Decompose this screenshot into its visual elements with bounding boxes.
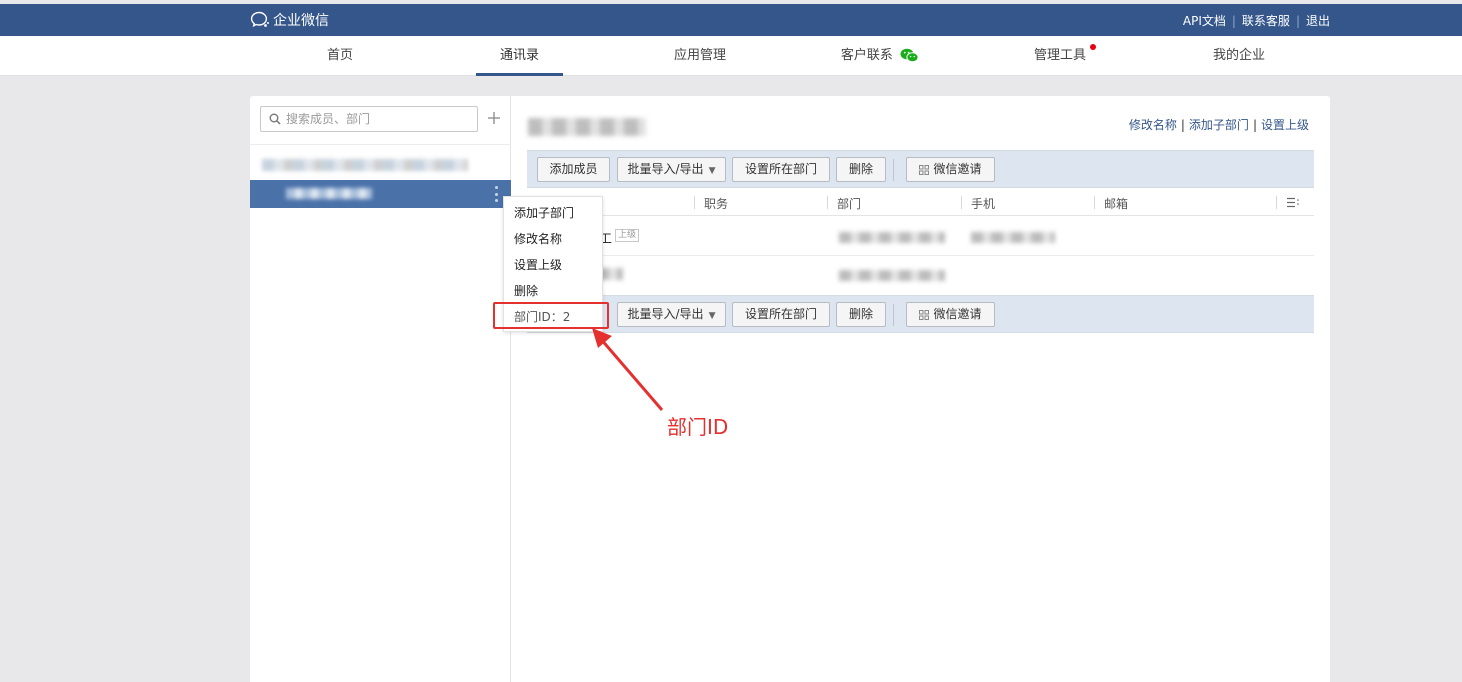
- add-member-button[interactable]: 添加成员: [537, 157, 610, 182]
- nav-admin-tools[interactable]: 管理工具: [1020, 36, 1100, 76]
- header-link-separator: |: [1295, 13, 1300, 28]
- nav-admin-tools-label: 管理工具: [1033, 48, 1086, 63]
- app-logo[interactable]: 企业微信: [250, 10, 329, 30]
- toolbar-separator: [893, 304, 894, 326]
- search-icon: [269, 113, 281, 125]
- member-table-header: 职务 部门 手机 邮箱: [527, 189, 1314, 216]
- annotation-arrow-icon: [592, 328, 664, 411]
- department-title-blurred: [528, 118, 646, 136]
- toolbar-separator: [893, 159, 894, 181]
- header-links: API文档 | 联系客服 | 退出: [1183, 12, 1330, 29]
- department-actions: 修改名称 | 添加子部门 | 设置上级: [1129, 116, 1309, 133]
- wework-logo-icon: [250, 11, 269, 28]
- nav-app-management-label: 应用管理: [673, 48, 726, 63]
- column-separator: [1094, 196, 1095, 209]
- column-department: 部门: [837, 197, 862, 211]
- nav-customer-contact-label: 客户联系: [840, 48, 893, 63]
- app-name: 企业微信: [273, 13, 329, 29]
- action-separator: |: [1252, 117, 1257, 132]
- tree-selected-department[interactable]: [250, 180, 511, 208]
- logout-link[interactable]: 退出: [1306, 12, 1330, 29]
- column-separator: [961, 196, 962, 209]
- nav-my-enterprise-label: 我的企业: [1212, 48, 1265, 63]
- nav-home-label: 首页: [326, 48, 353, 63]
- column-settings-icon[interactable]: [1287, 197, 1300, 208]
- batch-import-export-button[interactable]: 批量导入/导出 ▼: [617, 157, 726, 182]
- delete-button[interactable]: 删除: [836, 302, 886, 327]
- wechat-invite-label: 微信邀请: [933, 162, 982, 176]
- column-separator: [694, 196, 695, 209]
- column-email: 邮箱: [1104, 197, 1129, 211]
- plus-icon: [488, 112, 500, 124]
- batch-import-export-label: 批量导入/导出: [627, 162, 704, 176]
- department-sidebar: [250, 96, 511, 682]
- menu-rename[interactable]: 修改名称: [514, 230, 562, 247]
- top-header-bar: 企业微信 API文档 | 联系客服 | 退出: [0, 4, 1462, 36]
- set-department-button[interactable]: 设置所在部门: [732, 157, 830, 182]
- member-toolbar-top: 添加成员 批量导入/导出 ▼ 设置所在部门 删除 微信邀请: [527, 150, 1314, 188]
- wechat-invite-button[interactable]: 微信邀请: [906, 302, 995, 327]
- superior-tag: 上级: [615, 229, 640, 242]
- rename-link[interactable]: 修改名称: [1129, 116, 1177, 133]
- nav-app-management[interactable]: 应用管理: [655, 36, 745, 76]
- menu-add-subdept[interactable]: 添加子部门: [514, 204, 574, 221]
- header-link-separator: |: [1231, 13, 1236, 28]
- nav-contacts-label: 通讯录: [499, 48, 539, 63]
- table-row[interactable]: 工 上级: [527, 216, 1314, 256]
- contact-support-link[interactable]: 联系客服: [1242, 12, 1290, 29]
- search-box[interactable]: [260, 106, 478, 132]
- column-separator: [827, 196, 828, 209]
- nav-customer-contact[interactable]: 客户联系: [828, 36, 932, 76]
- table-row[interactable]: [527, 256, 1314, 295]
- set-parent-link[interactable]: 设置上级: [1261, 116, 1309, 133]
- phone-cell-blurred: [971, 232, 1055, 243]
- sidebar-divider: [250, 144, 511, 145]
- qrcode-icon: [919, 164, 930, 175]
- menu-delete[interactable]: 删除: [514, 282, 538, 299]
- wechat-icon: [900, 48, 919, 63]
- tree-root-node-blurred[interactable]: [262, 159, 468, 171]
- column-title: 职务: [704, 197, 729, 211]
- api-docs-link[interactable]: API文档: [1183, 12, 1226, 29]
- action-separator: |: [1180, 117, 1185, 132]
- annotation-label: 部门ID: [667, 415, 729, 439]
- notification-dot: [1090, 44, 1096, 50]
- wechat-invite-label: 微信邀请: [933, 307, 982, 321]
- more-options-icon[interactable]: [495, 186, 499, 202]
- wechat-invite-button[interactable]: 微信邀请: [906, 157, 995, 182]
- annotation-highlight-box: [493, 302, 609, 329]
- column-separator: [1276, 196, 1277, 209]
- search-input[interactable]: [286, 112, 466, 126]
- set-department-button[interactable]: 设置所在部门: [732, 302, 830, 327]
- delete-button[interactable]: 删除: [836, 157, 886, 182]
- column-phone: 手机: [971, 197, 996, 211]
- nav-home[interactable]: 首页: [300, 36, 380, 76]
- caret-down-icon: ▼: [708, 166, 716, 176]
- selected-department-name-blurred: [286, 188, 372, 199]
- nav-contacts[interactable]: 通讯录: [476, 36, 563, 76]
- main-nav: 首页 通讯录 应用管理 客户联系 管理工具 我的企业: [0, 36, 1462, 76]
- contacts-panel: 修改名称 | 添加子部门 | 设置上级 添加成员 批量导入/导出 ▼ 设置所在部门…: [250, 96, 1330, 682]
- department-cell-blurred: [839, 232, 945, 243]
- batch-import-export-button[interactable]: 批量导入/导出 ▼: [617, 302, 726, 327]
- add-subdept-link[interactable]: 添加子部门: [1189, 116, 1249, 133]
- nav-my-enterprise[interactable]: 我的企业: [1198, 36, 1280, 76]
- caret-down-icon: ▼: [708, 311, 716, 321]
- menu-set-parent[interactable]: 设置上级: [514, 256, 562, 273]
- qrcode-icon: [919, 309, 930, 320]
- batch-import-export-label: 批量导入/导出: [627, 307, 704, 321]
- add-department-button[interactable]: [486, 108, 502, 128]
- department-cell-blurred: [839, 270, 945, 281]
